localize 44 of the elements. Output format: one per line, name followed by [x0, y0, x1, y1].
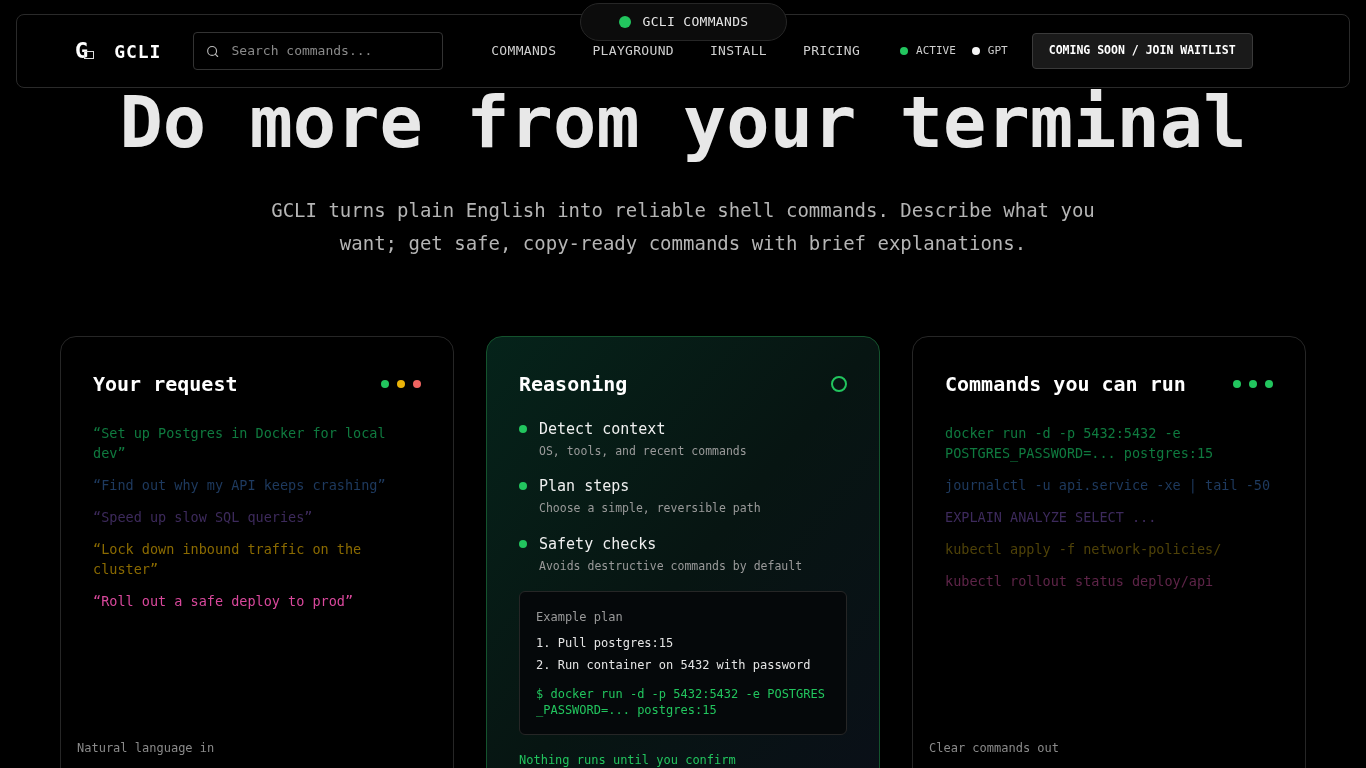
example-line: “Lock down inbound traffic on the cluster” [93, 540, 363, 579]
bullet-icon [519, 425, 527, 433]
example-line: kubectl rollout status deploy/api [945, 572, 1215, 591]
example-line: “Set up Postgres in Docker for local dev” [93, 424, 387, 463]
step-title: Safety checks [539, 533, 658, 554]
nav-link[interactable]: INSTALL [709, 41, 767, 61]
nav-link[interactable]: COMMANDS [491, 41, 557, 61]
card-footer: Natural language in [77, 739, 215, 757]
example-line: kubectl apply -f network-policies/ [945, 540, 1223, 559]
example-line: docker run -d -p 5432:5432 -e POSTGRES_PASSWORD=... postgres:15 [945, 424, 1215, 463]
hero-title: Do more from your terminal [118, 82, 1248, 162]
hero-subtitle: GCLI turns plain English into reliable shell commands. Describe what you want; get safe, copy-ready commands with brief explanations. [270, 198, 1096, 256]
step-title: Detect context [539, 419, 667, 439]
step-detail: Avoids destructive commands by default [539, 557, 803, 575]
panel-title: Example plan [536, 608, 624, 626]
search-input[interactable]: Search commands... [231, 41, 431, 61]
example-line: journalctl -u api.service -xe | tail -50 [945, 476, 1272, 495]
nav-link[interactable]: PRICING [803, 41, 861, 61]
bullet-icon [519, 539, 527, 548]
command-line: $ docker run -d -p 5432:5432 -e POSTGRES _PASSWORD=... postgres:15 [536, 685, 826, 718]
card-title: Reasoning [519, 371, 628, 398]
example-line: EXPLAIN ANALYZE SELECT ... [945, 508, 1158, 527]
waitlist-button[interactable]: COMING SOON / JOIN WAITLIST [1031, 33, 1253, 69]
search-field[interactable]: Search commands... [193, 32, 444, 70]
step-detail: OS, tools, and recent commands [539, 443, 747, 460]
search-icon [206, 43, 220, 59]
card-title: Commands you can run [945, 371, 1186, 398]
step-detail: Choose a simple, reversible path [539, 500, 761, 518]
card-footer: Clear commands out [929, 739, 1060, 757]
card-footer: Nothing runs until you confirm [519, 750, 847, 768]
bullet-icon [519, 482, 527, 491]
card-title: Your request [93, 371, 238, 398]
brand-name[interactable]: GCLI [114, 37, 162, 65]
status-label: GPT [987, 42, 1008, 59]
step-title: Plan steps [539, 476, 631, 497]
nav-link[interactable]: PLAYGROUND [592, 41, 674, 61]
status-ring-icon [831, 376, 847, 392]
badge-label: GCLI COMMANDS [642, 13, 749, 32]
example-line: “Speed up slow SQL queries” [93, 508, 314, 527]
plan-step: 1. Pull postgres:15 [536, 633, 830, 652]
example-line: “Roll out a safe deploy to prod” [93, 592, 355, 611]
status-label: ACTIVE [916, 42, 956, 59]
plan-step: 2. Run container on 5432 with password [536, 655, 830, 674]
example-line: “Find out why my API keeps crashing” [93, 476, 387, 495]
